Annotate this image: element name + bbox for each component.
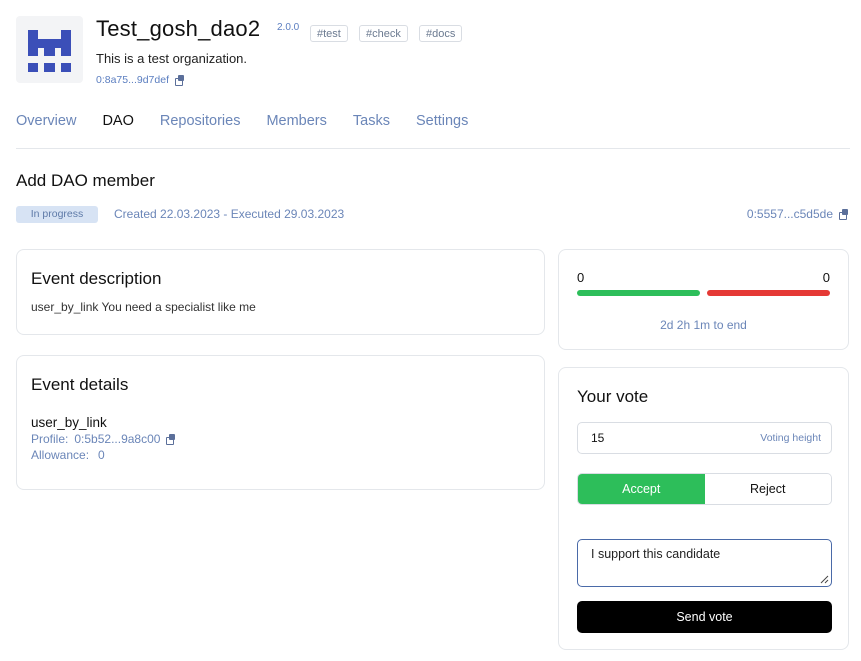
allowance-value: 0 <box>98 448 105 462</box>
dao-avatar <box>16 16 83 83</box>
voting-height-hint: Voting height <box>760 432 821 444</box>
no-count: 0 <box>822 270 830 285</box>
dao-description: This is a test organization. <box>96 51 248 66</box>
event-description-card: Event description user_by_link You need … <box>16 249 545 335</box>
tabs-divider <box>16 148 850 149</box>
profile-row: Profile: 0:5b52...9a8c00 <box>31 432 530 446</box>
event-title: Add DAO member <box>16 171 155 190</box>
tab-members[interactable]: Members <box>266 113 326 129</box>
tab-repositories[interactable]: Repositories <box>160 113 241 129</box>
send-vote-button[interactable]: Send vote <box>577 601 832 633</box>
tab-dao[interactable]: DAO <box>102 113 133 129</box>
event-dates: Created 22.03.2023 - Executed 29.03.2023 <box>114 207 345 221</box>
yes-count: 0 <box>577 270 585 285</box>
status-badge: In progress <box>16 206 98 223</box>
event-details-card: Event details user_by_link Profile: 0:5b… <box>16 355 545 490</box>
resize-grip-icon[interactable] <box>819 574 829 584</box>
vote-counts: 0 0 <box>577 270 830 285</box>
dao-logo-icon <box>28 30 71 72</box>
profile-value: 0:5b52...9a8c00 <box>74 432 161 446</box>
comment-text: I support this candidate <box>591 547 721 561</box>
tab-settings[interactable]: Settings <box>416 113 468 129</box>
copy-icon[interactable] <box>166 434 176 445</box>
copy-icon[interactable] <box>174 75 185 86</box>
dao-version: 2.0.0 <box>277 22 300 33</box>
member-name: user_by_link <box>31 415 107 430</box>
tab-overview[interactable]: Overview <box>16 113 76 129</box>
vote-choice: Accept Reject <box>577 473 832 505</box>
card-title: Event description <box>31 269 162 288</box>
voting-height-value: 15 <box>591 431 605 445</box>
event-address: 0:5557...c5d5de <box>747 207 849 221</box>
tab-tasks[interactable]: Tasks <box>353 113 390 129</box>
voting-height-input[interactable]: 15 Voting height <box>577 422 832 454</box>
tag-test[interactable]: #test <box>310 25 348 42</box>
yes-bar <box>577 290 700 296</box>
dao-address-text: 0:8a75...9d7def <box>96 74 169 86</box>
card-title: Event details <box>31 375 129 394</box>
reject-button[interactable]: Reject <box>704 474 831 504</box>
card-title: Your vote <box>577 387 649 406</box>
event-description-text: user_by_link You need a specialist like … <box>31 300 256 314</box>
nav-tabs: Overview DAO Repositories Members Tasks … <box>16 113 494 129</box>
allowance-row: Allowance: 0 <box>31 448 530 462</box>
tag-docs[interactable]: #docs <box>419 25 463 42</box>
your-vote-card: Your vote 15 Voting height Accept Reject… <box>558 367 849 650</box>
event-address-text: 0:5557...c5d5de <box>746 207 833 221</box>
accept-button[interactable]: Accept <box>578 474 705 504</box>
vote-bars <box>577 290 830 296</box>
dao-name: Test_gosh_dao2 <box>96 16 261 41</box>
no-bar <box>707 290 830 296</box>
voting-results-card: 0 0 2d 2h 1m to end <box>558 249 849 350</box>
copy-icon[interactable] <box>839 209 849 220</box>
profile-label: Profile: <box>31 432 69 446</box>
tag-check[interactable]: #check <box>359 25 408 42</box>
comment-textarea[interactable]: I support this candidate <box>577 539 832 587</box>
dao-address: 0:8a75...9d7def <box>96 74 185 86</box>
allowance-label: Allowance: <box>31 448 90 462</box>
time-left: 2d 2h 1m to end <box>660 318 747 332</box>
